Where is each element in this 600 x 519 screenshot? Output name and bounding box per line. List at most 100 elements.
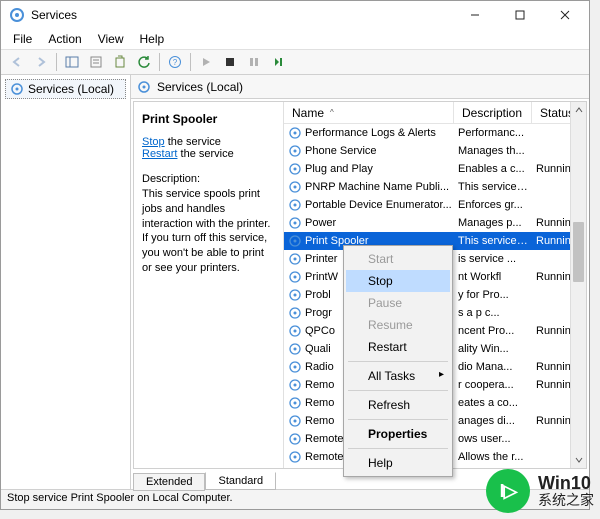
watermark-text: Win10 系统之家 [538,474,594,508]
menu-action[interactable]: Action [40,30,89,48]
gear-icon [288,324,302,338]
minimize-button[interactable] [452,1,497,29]
restart-service-button[interactable] [267,51,289,73]
list-header: Name^ Description Status [284,102,586,124]
scroll-down-button[interactable] [571,452,586,468]
restart-link[interactable]: Restart [142,148,177,160]
service-name: Progr [305,307,332,319]
stop-link[interactable]: Stop [142,136,165,148]
export-button[interactable] [109,51,131,73]
service-name: Remo [305,415,334,427]
col-desc[interactable]: Description [454,102,532,123]
tab-standard[interactable]: Standard [205,472,276,490]
service-name: PrintW [305,271,338,283]
detail-title: Print Spooler [142,112,275,126]
col-name[interactable]: Name ^ [284,102,454,123]
cell-desc: Performanc... [454,127,532,139]
vertical-scrollbar[interactable] [570,102,586,468]
maximize-icon [515,10,525,20]
body-area: Services (Local) Services (Local) Print … [1,75,589,489]
export-icon [113,55,127,69]
gear-icon [137,80,151,94]
ctx-help[interactable]: Help [346,452,450,474]
ctx-all-tasks[interactable]: All Tasks [346,365,450,387]
service-row[interactable]: PNRP Machine Name Publi...This service .… [284,178,586,196]
cell-desc: r coopera... [454,379,532,391]
desc-heading: Description: [142,173,200,185]
svg-text:?: ? [173,58,178,67]
pane-header: Services (Local) [131,75,589,99]
pause-service-button[interactable] [243,51,265,73]
detail-pane: Print Spooler Stop the service Restart t… [134,102,284,468]
stop-service-button[interactable] [219,51,241,73]
ctx-start[interactable]: Start [346,248,450,270]
toolbar-separator [159,53,160,71]
menu-view[interactable]: View [90,30,132,48]
help-button[interactable]: ? [164,51,186,73]
show-hide-button[interactable] [61,51,83,73]
close-button[interactable] [542,1,587,29]
service-name: Probl [305,289,331,301]
restart-suffix: the service [177,148,233,160]
service-name: QPCo [305,325,335,337]
ctx-stop[interactable]: Stop [346,270,450,292]
menu-help[interactable]: Help [132,30,173,48]
cell-name: Phone Service [284,144,454,158]
menu-file[interactable]: File [5,30,40,48]
service-name: PNRP Machine Name Publi... [305,181,449,193]
cell-desc: Enforces gr... [454,199,532,211]
gear-icon [288,234,302,248]
tree-root-item[interactable]: Services (Local) [5,79,126,99]
service-row[interactable]: Plug and PlayEnables a c...Running [284,160,586,178]
forward-button[interactable] [30,51,52,73]
gear-icon [288,342,302,356]
properties-button[interactable] [85,51,107,73]
service-name: Remo [305,397,334,409]
gear-icon [10,82,24,96]
cell-desc: This service ... [454,235,532,247]
ctx-properties[interactable]: Properties [346,423,450,445]
pause-icon [248,56,260,68]
sort-asc-icon: ^ [330,108,334,117]
help-icon: ? [168,55,182,69]
cell-desc: Enables a c... [454,163,532,175]
cell-desc: ality Win... [454,343,532,355]
cell-desc: ncent Pro... [454,325,532,337]
scroll-up-button[interactable] [571,102,586,118]
ctx-resume[interactable]: Resume [346,314,450,336]
service-row[interactable]: Performance Logs & AlertsPerformanc... [284,124,586,142]
col-name-label: Name [292,106,324,120]
ctx-separator [348,361,448,362]
start-service-button[interactable] [195,51,217,73]
restart-icon [272,56,284,68]
service-name: Radio [305,361,334,373]
back-button[interactable] [6,51,28,73]
cell-name: Performance Logs & Alerts [284,126,454,140]
tree-pane[interactable]: Services (Local) [1,75,131,489]
cell-desc: dio Mana... [454,361,532,373]
ctx-restart[interactable]: Restart [346,336,450,358]
minimize-icon [470,10,480,20]
scroll-thumb[interactable] [573,222,584,282]
gear-icon [288,378,302,392]
maximize-button[interactable] [497,1,542,29]
cell-desc: Allows the r... [454,451,532,463]
stop-suffix: the service [165,136,221,148]
service-row[interactable]: Portable Device Enumerator...Enforces gr… [284,196,586,214]
service-name: Quali [305,343,331,355]
cell-desc: s a p c... [454,307,532,319]
tab-extended[interactable]: Extended [133,473,205,491]
title-bar[interactable]: Services [1,1,589,29]
services-icon [9,7,25,23]
stop-icon [224,56,236,68]
service-row[interactable]: Phone ServiceManages th... [284,142,586,160]
ctx-refresh[interactable]: Refresh [346,394,450,416]
refresh-button[interactable] [133,51,155,73]
service-row[interactable]: PowerManages p...Running [284,214,586,232]
desc-body: This service spools print jobs and handl… [142,188,270,274]
back-icon [10,55,24,69]
gear-icon [288,270,302,284]
service-name: Printer [305,253,337,265]
cell-desc: Manages p... [454,217,532,229]
ctx-pause[interactable]: Pause [346,292,450,314]
